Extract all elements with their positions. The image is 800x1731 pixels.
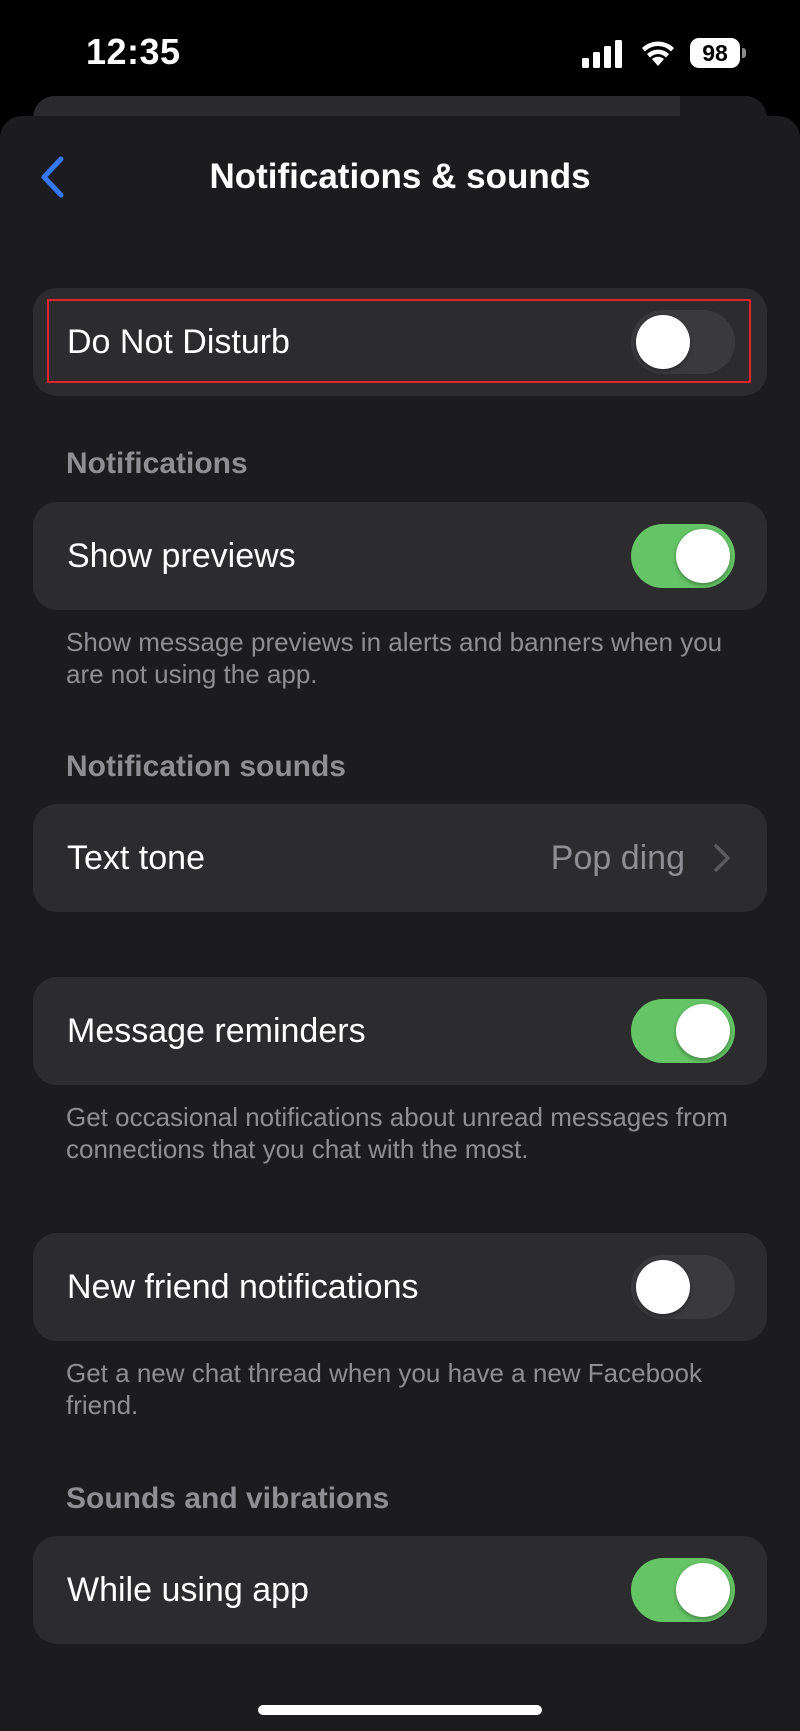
text-tone-row[interactable]: Text tone Pop ding [33,804,767,912]
new-friend-notifications-row[interactable]: New friend notifications [33,1233,767,1341]
while-using-app-row[interactable]: While using app [33,1536,767,1644]
wifi-icon [642,41,674,66]
cellular-signal-icon [582,40,622,68]
toggle-knob [676,1004,730,1058]
text-tone-label: Text tone [67,839,205,877]
chevron-right-icon [714,844,730,872]
section-header-notification-sounds: Notification sounds [66,750,346,783]
toggle-knob [636,1260,690,1314]
battery-level: 98 [690,38,740,68]
show-previews-label: Show previews [67,537,296,575]
status-bar: 12:35 98 [0,0,800,100]
message-reminders-toggle[interactable] [631,999,735,1063]
show-previews-footnote: Show message previews in alerts and bann… [66,627,723,689]
section-header-sounds-vibrations: Sounds and vibrations [66,1482,390,1515]
section-header-notifications: Notifications [66,447,248,480]
message-reminders-footnote: Get occasional notifications about unrea… [66,1102,728,1164]
show-previews-row[interactable]: Show previews [33,502,767,610]
status-time: 12:35 [86,31,181,72]
toggle-knob [676,529,730,583]
toggle-knob [636,315,690,369]
message-reminders-label: Message reminders [67,1012,366,1050]
new-friend-notifications-label: New friend notifications [67,1268,419,1306]
home-indicator[interactable] [258,1705,542,1715]
while-using-app-label: While using app [67,1571,309,1609]
text-tone-value: Pop ding [550,839,685,877]
new-friend-footnote: Get a new chat thread when you have a ne… [66,1358,702,1420]
while-using-app-toggle[interactable] [631,1558,735,1622]
do-not-disturb-row[interactable]: Do Not Disturb [33,288,767,396]
page-title: Notifications & sounds [209,157,591,196]
new-friend-notifications-toggle[interactable] [631,1255,735,1319]
battery-indicator: 98 [690,38,746,68]
battery-tip [742,48,746,58]
do-not-disturb-toggle[interactable] [631,310,735,374]
do-not-disturb-label: Do Not Disturb [67,323,290,361]
toggle-knob [676,1563,730,1617]
settings-sheet: Notifications & sounds Do Not Disturb No… [0,116,800,1731]
message-reminders-row[interactable]: Message reminders [33,977,767,1085]
show-previews-toggle[interactable] [631,524,735,588]
